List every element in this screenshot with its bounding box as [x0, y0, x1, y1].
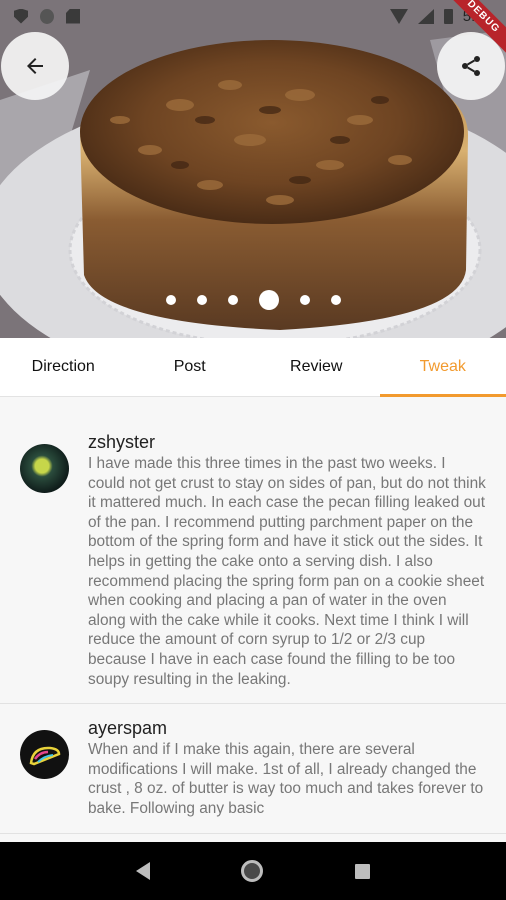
username: zshyster: [88, 432, 156, 452]
carousel-dot[interactable]: [227, 295, 238, 305]
avatar[interactable]: [20, 444, 69, 493]
carousel-dot-active[interactable]: [258, 290, 279, 310]
avatar[interactable]: [20, 730, 69, 780]
list-item: zshyster I have made this three times in…: [0, 398, 506, 705]
nav-back-icon[interactable]: [135, 862, 150, 880]
nav-recents-icon[interactable]: [355, 863, 371, 879]
sync-icon: [40, 8, 54, 24]
back-button[interactable]: [1, 32, 69, 100]
recipe-photo: [0, 0, 506, 338]
tab-tweak[interactable]: Tweak: [379, 338, 506, 397]
status-bar: 5:56: [0, 0, 506, 32]
system-nav-bar: [0, 842, 506, 900]
wifi-icon: [389, 8, 408, 24]
tab-direction[interactable]: Direction: [0, 338, 127, 396]
carousel-dot[interactable]: [330, 295, 341, 305]
tab-review[interactable]: Review: [253, 338, 380, 396]
share-icon: [462, 56, 480, 76]
arrow-left-icon: [27, 58, 43, 74]
review-text: When and if I make this again, there are…: [88, 741, 484, 817]
carousel-indicator: [0, 290, 506, 310]
carousel-dot[interactable]: [299, 295, 310, 305]
sim-card-icon: [66, 8, 80, 24]
shield-icon: [14, 8, 28, 24]
tweak-list[interactable]: zshyster I have made this three times in…: [0, 398, 506, 842]
tab-post[interactable]: Post: [127, 338, 254, 396]
list-item: ayerspam When and if I make this again, …: [0, 704, 506, 834]
carousel-dot[interactable]: [196, 295, 207, 305]
battery-icon: [443, 8, 453, 24]
nav-home-icon[interactable]: [241, 860, 264, 882]
signal-icon: [417, 8, 434, 24]
review-text: I have made this three times in the past…: [88, 455, 486, 688]
username: ayerspam: [88, 718, 168, 739]
carousel-dot[interactable]: [165, 295, 176, 305]
tab-bar: Direction Post Review Tweak: [0, 338, 506, 397]
taco-icon: [29, 746, 60, 765]
